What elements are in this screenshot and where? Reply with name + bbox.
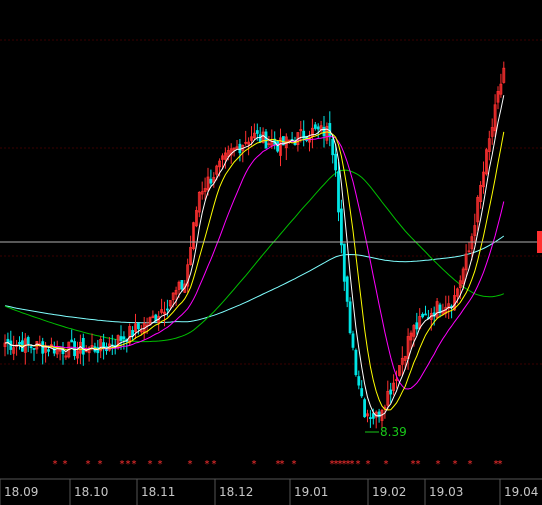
signal-star: *	[252, 459, 257, 470]
candle-body	[331, 138, 335, 156]
candle-body	[389, 389, 393, 395]
candle-body	[313, 124, 317, 129]
signal-star: *	[384, 459, 389, 470]
candle-body	[438, 304, 442, 313]
candle-body	[421, 313, 425, 318]
signal-star: *	[98, 459, 103, 470]
signal-star: *	[158, 459, 163, 470]
candle-body	[26, 337, 30, 345]
signal-star: *	[292, 459, 297, 470]
ma-magenta-line	[4, 135, 505, 390]
x-tick-label: 19.04	[504, 485, 538, 499]
signal-star: *	[436, 459, 441, 470]
signal-star: *	[280, 459, 285, 470]
signal-star: *	[86, 459, 91, 470]
signal-star: *	[350, 459, 355, 470]
candle-body	[334, 153, 338, 171]
x-tick-label: 18.12	[219, 485, 253, 499]
signal-markers: * * * * * * * * * * * * * * * * * * * * * * * * * * * * * * * *	[53, 459, 503, 470]
candle-body	[363, 399, 367, 418]
candle-body	[209, 178, 213, 184]
x-tick-label: 18.11	[141, 485, 175, 499]
signal-star: *	[63, 459, 68, 470]
candle-body	[81, 337, 85, 355]
candle-body	[360, 388, 364, 397]
candle-body	[415, 322, 419, 330]
x-tick-label: 19.02	[372, 485, 406, 499]
candle-body	[424, 313, 427, 316]
candle-body	[18, 342, 21, 345]
signal-star: *	[53, 459, 58, 470]
candle-body	[122, 336, 126, 340]
candle-body	[337, 171, 340, 213]
ma-green-line	[4, 169, 504, 343]
candle-body	[354, 349, 358, 376]
candle-body	[357, 376, 361, 386]
x-axis: 18.09 18.10 18.11 18.12 19.01 19.02 19.03 19.04	[4, 485, 538, 499]
candle-body	[47, 349, 50, 352]
low-price-marker: 8.39	[365, 425, 407, 439]
stock-chart-window: { "colors": { "background": "#000000", "…	[0, 0, 542, 505]
candle-body	[255, 130, 259, 134]
candle-body	[264, 131, 268, 149]
grid-lines	[0, 39, 542, 505]
candle-body	[136, 323, 140, 330]
signal-star: *	[212, 459, 217, 470]
candle-body	[348, 301, 352, 334]
low-price-label: 8.39	[380, 425, 407, 439]
signal-star: *	[188, 459, 193, 470]
x-tick-label: 18.10	[74, 485, 108, 499]
candle-body	[339, 208, 343, 246]
moving-average-lines	[4, 169, 505, 343]
candle-body	[131, 330, 135, 337]
candle-body	[41, 341, 45, 354]
candle-body	[351, 333, 355, 348]
price-tag-marker[interactable]	[537, 231, 542, 253]
candle-body	[70, 339, 74, 343]
signal-star: *	[498, 459, 503, 470]
candle-body	[345, 276, 349, 302]
candle-body	[342, 243, 346, 282]
signal-star: *	[132, 459, 137, 470]
candle-body	[238, 143, 242, 154]
candle-body	[6, 338, 10, 343]
candle-body	[368, 417, 372, 419]
signal-star: *	[148, 459, 153, 470]
candle-body	[371, 413, 375, 419]
candle-body	[165, 308, 169, 311]
candle-body	[258, 134, 262, 143]
x-tick-label: 18.09	[4, 485, 38, 499]
candle-body	[316, 126, 320, 130]
candle-body	[52, 347, 56, 354]
ma-yellow-line	[4, 131, 505, 411]
signal-star: *	[416, 459, 421, 470]
candlestick-chart: 8.39 * * * * * * * * * * * * * * * * * * * * * * * * * * * * * * * * 18…	[0, 39, 542, 505]
ma-cyan-line	[4, 235, 505, 324]
x-tick-label: 19.01	[294, 485, 328, 499]
candle-body	[180, 280, 184, 290]
signal-star: *	[468, 459, 473, 470]
candlestick-series	[3, 61, 506, 429]
candle-body	[29, 346, 33, 349]
signal-star: *	[205, 459, 210, 470]
signal-star: *	[453, 459, 458, 470]
x-tick-label: 19.03	[429, 485, 463, 499]
candle-body	[73, 341, 76, 357]
candle-body	[119, 336, 123, 341]
candle-body	[322, 126, 326, 137]
signal-star: *	[126, 459, 131, 470]
candle-body	[32, 348, 36, 350]
signal-star: *	[366, 459, 371, 470]
signal-star: *	[356, 459, 361, 470]
signal-star: *	[120, 459, 125, 470]
